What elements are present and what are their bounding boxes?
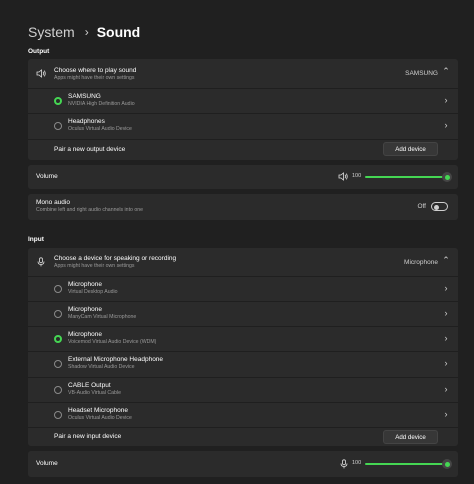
input-device-name: Microphone (68, 306, 102, 313)
input-chooser-row[interactable]: Choose a device for speaking or recordin… (28, 248, 458, 276)
input-device-name: Microphone (68, 281, 102, 288)
input-section-label: Input (28, 236, 44, 243)
input-device-virtual-desktop[interactable]: Microphone Virtual Desktop Audio › (28, 277, 458, 301)
input-radio[interactable] (54, 360, 62, 368)
output-chooser-subtitle: Apps might have their own settings (54, 75, 135, 81)
output-device-detail: NVIDIA High Definition Audio (68, 101, 135, 107)
output-device-card: Choose where to play sound Apps might ha… (28, 59, 458, 160)
output-volume-card: Volume 100 (28, 165, 458, 189)
output-pair-label: Pair a new output device (54, 146, 126, 153)
input-device-detail: VB-Audio Virtual Cable (68, 390, 121, 396)
input-device-voicemod[interactable]: Microphone Voicemod Virtual Audio Device… (28, 327, 458, 351)
input-device-cable[interactable]: CABLE Output VB-Audio Virtual Cable › (28, 378, 458, 402)
output-volume-value: 100 (352, 173, 362, 179)
chevron-up-icon[interactable]: ⌃ (442, 255, 450, 266)
input-volume-label: Volume (36, 460, 58, 467)
output-volume-label: Volume (36, 173, 58, 180)
input-device-shadow[interactable]: External Microphone Headphone Shadow Vir… (28, 352, 458, 377)
input-chooser-subtitle: Apps might have their own settings (54, 263, 135, 269)
chevron-right-icon[interactable]: › (442, 333, 450, 343)
chevron-right-icon[interactable]: › (442, 283, 450, 293)
breadcrumb: System › Sound (28, 23, 140, 41)
input-chooser-title: Choose a device for speaking or recordin… (54, 255, 177, 262)
speaker-icon[interactable] (338, 172, 348, 181)
input-device-name: External Microphone Headphone (68, 356, 164, 363)
chevron-up-icon[interactable]: ⌃ (442, 66, 450, 77)
input-device-headset[interactable]: Headset Microphone Oculus Virtual Audio … (28, 403, 458, 427)
mono-audio-subtitle: Combine left and right audio channels in… (36, 207, 143, 213)
mono-audio-title: Mono audio (36, 199, 70, 206)
input-device-detail: ManyCam Virtual Microphone (68, 314, 137, 320)
output-volume-slider-thumb[interactable] (442, 172, 452, 182)
input-pair-label: Pair a new input device (54, 433, 122, 440)
toggle-knob (434, 204, 439, 210)
input-radio-selected[interactable] (54, 335, 62, 343)
microphone-icon (37, 257, 45, 267)
mono-audio-toggle[interactable] (431, 202, 448, 211)
input-volume-card: Volume 100 (28, 451, 458, 477)
input-device-name: CABLE Output (68, 382, 111, 389)
input-volume-value: 100 (352, 460, 362, 466)
output-pair-row: Pair a new output device Add device (28, 140, 458, 160)
output-chooser-value: SAMSUNG (405, 70, 438, 77)
page-title: Sound (96, 24, 141, 40)
input-radio[interactable] (54, 310, 62, 318)
input-device-manycam[interactable]: Microphone ManyCam Virtual Microphone › (28, 302, 458, 326)
speaker-icon (36, 69, 46, 78)
mono-audio-state: Off (417, 203, 426, 210)
output-volume-slider[interactable] (365, 172, 452, 182)
input-chooser-value: Microphone (404, 259, 438, 266)
input-radio[interactable] (54, 386, 62, 394)
input-volume-slider-thumb[interactable] (442, 459, 452, 469)
chevron-right-icon[interactable]: › (442, 120, 450, 130)
chevron-right-icon[interactable]: › (442, 308, 450, 318)
add-output-device-button[interactable]: Add device (383, 142, 438, 156)
chevron-right-icon[interactable]: › (442, 95, 450, 105)
output-chooser-title: Choose where to play sound (54, 67, 137, 74)
breadcrumb-system-link[interactable]: System (28, 24, 75, 40)
output-radio-samsung[interactable] (54, 97, 62, 105)
input-device-detail: Shadow Virtual Audio Device (68, 364, 135, 370)
input-device-detail: Oculus Virtual Audio Device (68, 415, 132, 421)
input-device-card: Choose a device for speaking or recordin… (28, 248, 458, 446)
output-device-headphones[interactable]: Headphones Oculus Virtual Audio Device › (28, 114, 458, 139)
chevron-right-icon[interactable]: › (442, 409, 450, 419)
input-radio[interactable] (54, 411, 62, 419)
output-device-name: Headphones (68, 118, 105, 125)
input-device-name: Headset Microphone (68, 407, 128, 414)
output-device-name: SAMSUNG (68, 93, 101, 100)
output-section-label: Output (28, 48, 50, 55)
output-device-detail: Oculus Virtual Audio Device (68, 126, 132, 132)
input-volume-slider[interactable] (365, 459, 452, 469)
output-device-samsung[interactable]: SAMSUNG NVIDIA High Definition Audio › (28, 89, 458, 113)
microphone-icon[interactable] (340, 459, 348, 469)
input-pair-row: Pair a new input device Add device (28, 428, 458, 446)
input-device-name: Microphone (68, 331, 102, 338)
input-device-detail: Virtual Desktop Audio (68, 289, 118, 295)
breadcrumb-separator: › (84, 25, 89, 39)
chevron-right-icon[interactable]: › (442, 384, 450, 394)
input-device-detail: Voicemod Virtual Audio Device (WDM) (68, 339, 157, 345)
mono-audio-card: Mono audio Combine left and right audio … (28, 194, 458, 220)
output-radio-headphones[interactable] (54, 122, 62, 130)
input-radio[interactable] (54, 285, 62, 293)
output-chooser-row[interactable]: Choose where to play sound Apps might ha… (28, 59, 458, 88)
chevron-right-icon[interactable]: › (442, 358, 450, 368)
add-input-device-button[interactable]: Add device (383, 430, 438, 444)
